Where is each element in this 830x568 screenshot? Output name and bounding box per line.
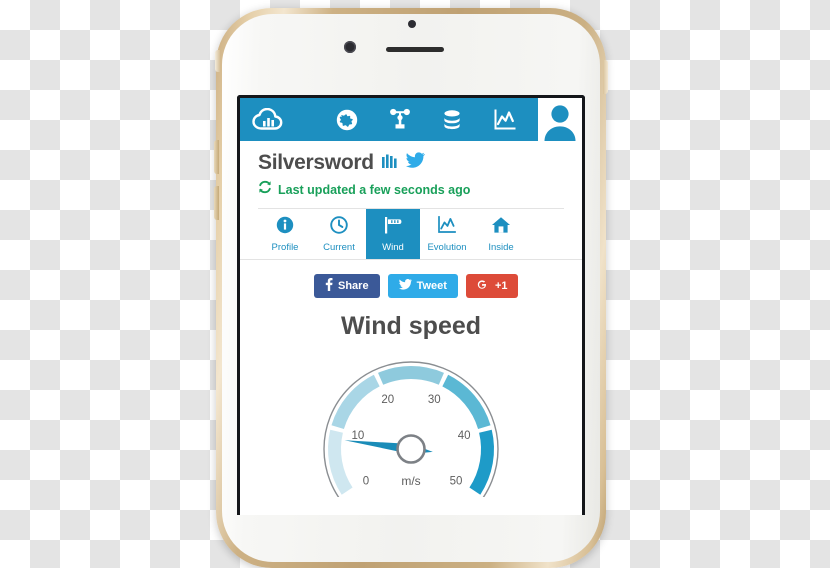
info-circle-icon xyxy=(276,216,294,239)
home-icon xyxy=(491,216,511,239)
social-label: Share xyxy=(338,280,369,292)
tab-label: Profile xyxy=(271,242,299,253)
user-avatar-icon[interactable] xyxy=(538,98,582,141)
page-title: Silversword xyxy=(258,151,374,174)
twitter-bird-icon xyxy=(398,279,412,293)
tab-evolution[interactable]: Evolution xyxy=(420,209,474,259)
facebook-share-button[interactable]: Share xyxy=(314,274,380,298)
tab-wind[interactable]: Wind xyxy=(366,209,420,259)
station-title-row: Silversword xyxy=(258,151,564,175)
social-share-row: Share Tweet +1 xyxy=(240,260,582,298)
volume-up-button[interactable] xyxy=(214,140,219,174)
gauge-band xyxy=(378,366,444,385)
gauge-tick-label: 20 xyxy=(381,394,394,406)
tab-label: Wind xyxy=(382,242,404,253)
gauge-tick-label: 40 xyxy=(458,430,471,442)
gauge-tick-label: 30 xyxy=(428,394,441,406)
tab-current[interactable]: Current xyxy=(312,209,366,259)
phone-screen: Silversword Last updated a few seconds a… xyxy=(237,95,585,515)
twitter-bird-icon[interactable] xyxy=(405,152,426,174)
globe-icon[interactable] xyxy=(336,109,358,131)
last-updated-text: Last updated a few seconds ago xyxy=(278,182,471,197)
silent-switch-button[interactable] xyxy=(215,50,220,72)
wind-speed-gauge-section: Wind speed 0 10 20 30 40 50 m/s xyxy=(240,312,582,497)
twitter-tweet-button[interactable]: Tweet xyxy=(387,274,458,298)
gauge-chart: 0 10 20 30 40 50 m/s xyxy=(240,349,582,497)
gauge-svg: 0 10 20 30 40 50 m/s xyxy=(323,361,499,497)
database-icon[interactable] xyxy=(442,109,462,131)
earpiece-speaker xyxy=(386,47,444,52)
front-camera-icon xyxy=(344,41,356,53)
gauge-tick-label: 0 xyxy=(363,476,369,488)
volume-down-button[interactable] xyxy=(214,186,219,220)
social-label: Tweet xyxy=(416,280,447,292)
social-label: +1 xyxy=(494,280,508,292)
bar-chart-icon[interactable] xyxy=(381,152,399,175)
last-updated-row: Last updated a few seconds ago xyxy=(258,180,564,199)
gauge-title: Wind speed xyxy=(340,312,482,340)
gauge-tick-label: 50 xyxy=(450,476,463,488)
tab-label: Evolution xyxy=(427,242,467,253)
windsock-icon xyxy=(383,216,403,239)
refresh-icon[interactable] xyxy=(258,180,272,199)
gauge-unit-label: m/s xyxy=(401,474,420,488)
google-plus-button[interactable]: +1 xyxy=(465,274,519,298)
line-chart-icon[interactable] xyxy=(493,109,517,131)
power-button[interactable] xyxy=(603,60,608,94)
line-chart-icon xyxy=(437,216,457,239)
cloud-chart-logo-icon[interactable] xyxy=(252,107,286,132)
facebook-f-icon xyxy=(325,278,333,294)
google-plus-icon xyxy=(477,279,490,294)
anemometer-icon[interactable] xyxy=(389,108,411,131)
tab-profile[interactable]: Profile xyxy=(258,209,312,259)
clock-icon xyxy=(330,216,348,239)
gauge-tick-label: 10 xyxy=(351,430,364,442)
station-header: Silversword Last updated a few seconds a… xyxy=(240,141,582,199)
tab-label: Current xyxy=(323,242,355,253)
tab-label: Inside xyxy=(488,242,514,253)
nav-icon-group xyxy=(286,108,538,131)
tab-bar: Profile Current Wind Evolution Inside xyxy=(240,209,582,260)
tab-inside[interactable]: Inside xyxy=(474,209,528,259)
proximity-sensor xyxy=(408,20,416,28)
app-top-navbar xyxy=(240,98,582,141)
gauge-hub xyxy=(396,434,426,464)
